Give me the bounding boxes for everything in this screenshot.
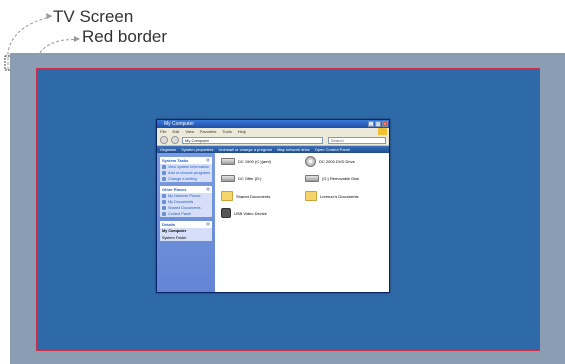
task-label: View system information — [168, 164, 210, 169]
explorer-window[interactable]: My Computer _ □ × File Edit View Favorit… — [156, 119, 390, 293]
usb-video-device[interactable]: USB Video Device — [221, 208, 267, 218]
file-pane: DC 1500 (C:)(amf) DC 2000 DVD Drive DC O… — [215, 153, 389, 292]
close-button[interactable]: × — [382, 121, 388, 127]
system-tasks-header[interactable]: System Tasks ^ — [160, 157, 212, 164]
item-label: DC 2000 DVD Drive — [319, 159, 355, 164]
window-title: My Computer — [164, 121, 195, 127]
shared-folder-icon — [162, 206, 166, 210]
system-tasks-panel: System Tasks ^ View system information A… — [160, 157, 212, 182]
place-label: My Documents — [168, 199, 194, 204]
item-label: USB Video Device — [234, 210, 267, 216]
place-label: Shared Documents — [168, 205, 201, 210]
system-tasks-title: System Tasks — [162, 158, 189, 163]
place-label: My Network Places — [168, 193, 201, 198]
address-bar[interactable]: My Computer — [182, 136, 323, 144]
title-bar[interactable]: My Computer _ □ × — [157, 120, 389, 128]
item-label: Shared Documents — [236, 193, 271, 199]
task-change-setting[interactable]: Change a setting — [160, 176, 212, 182]
dvd-drive-icon — [305, 156, 316, 167]
menu-favorites[interactable]: Favorites — [200, 128, 216, 135]
cmd-map-drive[interactable]: Map network drive — [277, 146, 310, 153]
cmd-system-properties[interactable]: System properties — [181, 146, 213, 153]
drive-c[interactable]: DC 1500 (C:)(amf) — [221, 158, 271, 165]
menu-view[interactable]: View — [185, 128, 194, 135]
programs-icon — [162, 171, 166, 175]
collapse-icon[interactable]: ^ — [206, 158, 210, 162]
menu-bar: File Edit View Favorites Tools Help — [157, 128, 389, 135]
item-label: DC 1500 (C:)(amf) — [238, 159, 271, 164]
dvd-drive[interactable]: DC 2000 DVD Drive — [305, 156, 355, 167]
hard-drive-icon — [221, 175, 235, 182]
back-button[interactable] — [160, 136, 168, 144]
task-view-system-info[interactable]: View system information — [160, 164, 212, 170]
collapse-icon[interactable]: ^ — [206, 187, 210, 191]
minimize-button[interactable]: _ — [368, 121, 374, 127]
cmd-uninstall[interactable]: Uninstall or change a program — [218, 146, 272, 153]
menu-edit[interactable]: Edit — [172, 128, 179, 135]
tv-screen-label: TV Screen — [53, 7, 134, 26]
camera-icon — [221, 208, 231, 218]
hard-drive-icon — [221, 158, 235, 165]
control-panel-icon — [162, 212, 166, 216]
shared-documents-folder[interactable]: Shared Documents — [221, 191, 270, 201]
windows-logo-icon — [378, 128, 387, 135]
settings-icon — [162, 177, 166, 181]
window-content: System Tasks ^ View system information A… — [157, 153, 389, 292]
place-label: Control Panel — [168, 211, 192, 216]
drive-d[interactable]: DC Offer (D:) — [221, 175, 261, 182]
search-input[interactable]: Search — [328, 136, 386, 144]
info-icon — [162, 165, 166, 169]
menu-help[interactable]: Help — [238, 128, 246, 135]
place-control-panel[interactable]: Control Panel — [160, 211, 212, 217]
task-add-remove[interactable]: Add or remove programs — [160, 170, 212, 176]
forward-button[interactable] — [171, 136, 179, 144]
other-places-panel: Other Places ^ My Network Places My Docu… — [160, 186, 212, 217]
cmd-control-panel[interactable]: Open Control Panel — [315, 146, 350, 153]
red-border-label: Red border — [82, 27, 168, 46]
other-places-header[interactable]: Other Places ^ — [160, 186, 212, 193]
task-pane: System Tasks ^ View system information A… — [157, 153, 215, 292]
removable-disk[interactable]: (G:) Removable Disk — [305, 175, 359, 182]
task-label: Add or remove programs — [168, 170, 210, 175]
collapse-icon[interactable]: ^ — [206, 222, 210, 226]
menu-file[interactable]: File — [160, 128, 166, 135]
other-places-title: Other Places — [162, 187, 187, 192]
user-documents-folder[interactable]: Lorenzo's Documents — [305, 191, 359, 201]
item-label: Lorenzo's Documents — [320, 193, 359, 199]
menu-tools[interactable]: Tools — [222, 128, 231, 135]
cmd-organize[interactable]: Organize — [160, 146, 176, 153]
details-header[interactable]: Details ^ — [160, 221, 212, 228]
task-label: Change a setting — [168, 176, 197, 181]
command-bar: Organize System properties Uninstall or … — [157, 146, 389, 153]
item-label: (G:) Removable Disk — [322, 176, 360, 181]
details-panel: Details ^ My Computer System Folder — [160, 221, 212, 241]
documents-icon — [162, 200, 166, 204]
folder-icon — [305, 191, 317, 201]
details-title: Details — [162, 222, 176, 227]
maximize-button[interactable]: □ — [375, 121, 381, 127]
folder-icon — [221, 191, 233, 201]
details-sub: System Folder — [162, 235, 187, 240]
item-label: DC Offer (D:) — [238, 176, 262, 181]
navigation-toolbar: My Computer Search — [157, 135, 389, 146]
network-icon — [162, 194, 166, 198]
removable-disk-icon — [305, 175, 319, 182]
